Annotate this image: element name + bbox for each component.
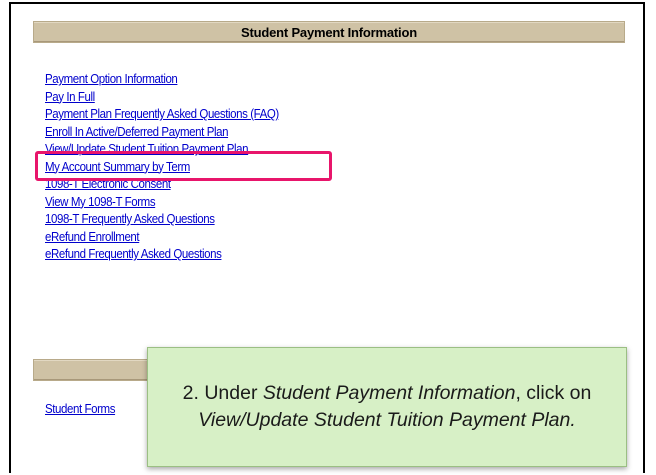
section-header-student-payment: Student Payment Information <box>33 21 625 43</box>
link-enroll-payment-plan[interactable]: Enroll In Active/Deferred Payment Plan <box>45 124 228 142</box>
link-erefund-faq[interactable]: eRefund Frequently Asked Questions <box>45 246 222 264</box>
callout-section-name: Student Payment Information <box>262 382 516 404</box>
list-item: Enroll In Active/Deferred Payment Plan <box>45 123 299 141</box>
callout-middle: , click on <box>515 382 592 404</box>
list-item: Pay In Full <box>45 88 299 106</box>
list-item: View My 1098-T Forms <box>45 193 299 211</box>
link-1098t-faq[interactable]: 1098-T Frequently Asked Questions <box>45 211 215 229</box>
list-item: eRefund Frequently Asked Questions <box>45 245 299 263</box>
link-view-1098t-forms[interactable]: View My 1098-T Forms <box>45 194 156 212</box>
link-erefund-enrollment[interactable]: eRefund Enrollment <box>45 229 140 247</box>
list-item: Payment Option Information <box>45 70 299 88</box>
highlight-box <box>35 151 332 181</box>
callout-text: 2. Under Student Payment Information, cl… <box>167 380 607 434</box>
link-pay-in-full[interactable]: Pay In Full <box>45 89 95 107</box>
instruction-callout: 2. Under Student Payment Information, cl… <box>147 347 627 467</box>
link-student-forms[interactable]: Student Forms <box>45 402 115 416</box>
callout-prefix: 2. Under <box>182 382 263 404</box>
list-item: Payment Plan Frequently Asked Questions … <box>45 105 299 123</box>
callout-link-name: View/Update Student Tuition Payment Plan… <box>198 409 576 431</box>
link-payment-option-information[interactable]: Payment Option Information <box>45 71 178 89</box>
link-payment-plan-faq[interactable]: Payment Plan Frequently Asked Questions … <box>45 106 279 124</box>
list-item: eRefund Enrollment <box>45 228 299 246</box>
list-item: 1098-T Frequently Asked Questions <box>45 210 299 228</box>
section-title: Student Payment Information <box>241 24 417 40</box>
